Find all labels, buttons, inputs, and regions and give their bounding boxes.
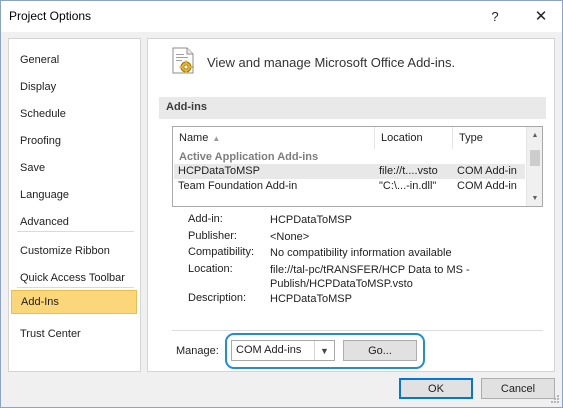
column-header-name[interactable]: Name ▲ [173, 127, 375, 149]
sidebar-item-save[interactable]: Save [9, 156, 140, 180]
column-header-type[interactable]: Type [453, 127, 525, 149]
manage-dropdown[interactable]: COM Add-ins ▼ [231, 340, 335, 361]
manage-label: Manage: [176, 345, 219, 357]
compatibility-value: No compatibility information available [270, 247, 452, 259]
sidebar-divider [17, 287, 134, 288]
chevron-down-icon[interactable]: ▼ [314, 341, 334, 360]
sidebar-item-trust-center[interactable]: Trust Center [9, 322, 140, 346]
sidebar-item-schedule[interactable]: Schedule [9, 102, 140, 126]
section-title: Add-ins [166, 101, 207, 113]
table-row[interactable]: HCPDataToMSP file://t....vsto COM Add-in [174, 164, 525, 179]
row-type: COM Add-in [457, 180, 517, 192]
options-sidebar: General Display Schedule Proofing Save L… [8, 38, 141, 372]
sidebar-item-general[interactable]: General [9, 48, 140, 72]
vertical-scrollbar[interactable]: ▲ ▼ [526, 127, 542, 206]
addins-panel: View and manage Microsoft Office Add-ins… [147, 38, 555, 372]
publisher-value: <None> [270, 231, 310, 243]
description-value: HCPDataToMSP [270, 293, 352, 305]
resize-grip-icon[interactable] [550, 394, 560, 404]
dialog-body: General Display Schedule Proofing Save L… [1, 32, 562, 407]
cancel-button[interactable]: Cancel [481, 378, 555, 399]
sidebar-item-language[interactable]: Language [9, 183, 140, 207]
help-button[interactable]: ? [482, 4, 508, 28]
row-name: HCPDataToMSP [178, 165, 260, 177]
sidebar-divider [17, 231, 134, 232]
addins-section-header: Add-ins [159, 97, 546, 119]
go-button[interactable]: Go... [343, 340, 417, 361]
title-bar: Project Options ? ✕ [1, 1, 562, 32]
section-divider [172, 330, 543, 331]
addins-gear-icon [172, 47, 194, 74]
close-icon: ✕ [534, 8, 548, 25]
sidebar-item-display[interactable]: Display [9, 75, 140, 99]
column-header-location[interactable]: Location [375, 127, 453, 149]
publisher-label: Publisher: [188, 230, 237, 242]
sidebar-item-proofing[interactable]: Proofing [9, 129, 140, 153]
panel-heading: View and manage Microsoft Office Add-ins… [207, 55, 456, 70]
ok-button[interactable]: OK [399, 378, 473, 399]
location-value-line-2: Publish/HCPDataToMSP.vsto [270, 278, 413, 290]
window-title: Project Options [9, 9, 92, 23]
scroll-down-icon[interactable]: ▼ [527, 190, 542, 206]
addin-label: Add-in: [188, 213, 223, 225]
row-type: COM Add-in [457, 165, 517, 177]
row-location: file://t....vsto [379, 165, 438, 177]
project-options-dialog: Project Options ? ✕ General Display Sche… [0, 0, 563, 408]
group-header: Active Application Add-ins [179, 151, 319, 163]
addin-value: HCPDataToMSP [270, 214, 352, 226]
row-name: Team Foundation Add-in [178, 180, 298, 192]
compatibility-label: Compatibility: [188, 246, 255, 258]
help-icon: ? [491, 8, 499, 24]
sidebar-item-customize-ribbon[interactable]: Customize Ribbon [9, 239, 140, 263]
addins-list[interactable]: Name ▲ Location Type Active Application A… [172, 126, 543, 207]
scroll-up-icon[interactable]: ▲ [527, 127, 542, 143]
sort-ascending-icon: ▲ [212, 134, 221, 143]
table-row[interactable]: Team Foundation Add-in "C:\...-in.dll" C… [174, 179, 525, 194]
row-location: "C:\...-in.dll" [379, 180, 437, 192]
close-button[interactable]: ✕ [528, 4, 554, 28]
location-value-line-1: file://tal-pc/tRANSFER/HCP Data to MS - [270, 264, 470, 276]
description-label: Description: [188, 292, 247, 304]
manage-dropdown-value: COM Add-ins [236, 344, 302, 356]
location-label: Location: [188, 263, 233, 275]
scroll-thumb[interactable] [530, 150, 540, 166]
column-header-label: Name [179, 132, 209, 144]
sidebar-item-add-ins[interactable]: Add-Ins [11, 290, 137, 314]
